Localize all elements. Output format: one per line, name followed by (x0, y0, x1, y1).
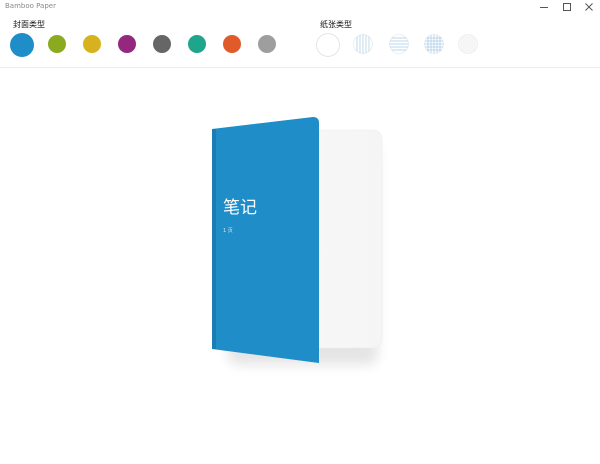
paper-fine-grid-option[interactable] (458, 34, 478, 54)
app-title: Bamboo Paper (5, 2, 56, 10)
cover-color-swatch[interactable] (83, 35, 101, 53)
close-button[interactable] (578, 0, 600, 14)
notebook-preview[interactable]: 笔记 1 页 (190, 105, 410, 385)
toolbar-divider (0, 67, 600, 68)
cover-color-swatch[interactable] (258, 35, 276, 53)
maximize-button[interactable] (556, 0, 578, 14)
fine-grid-paper-icon (458, 34, 478, 54)
cover-color-swatch[interactable] (188, 35, 206, 53)
notebook-spine (212, 129, 216, 349)
notebook-page-count: 1 页 (223, 228, 233, 234)
minimize-button[interactable] (533, 0, 555, 14)
notebook-title: 笔记 (223, 198, 257, 218)
notebook-cover (212, 117, 319, 363)
paper-vertical-lines-option[interactable] (353, 34, 373, 54)
notebook-illustration: 笔记 1 页 (212, 117, 383, 365)
paper-blank-option[interactable] (316, 33, 340, 57)
paper-horizontal-lines-option[interactable] (389, 34, 409, 54)
blank-paper-icon (316, 33, 340, 57)
close-icon (585, 3, 593, 11)
paper-type-label: 纸张类型 (320, 20, 352, 29)
minimize-icon (540, 7, 548, 8)
vertical-lines-paper-icon (353, 34, 373, 54)
cover-type-label: 封面类型 (13, 20, 45, 29)
cover-color-swatch[interactable] (118, 35, 136, 53)
grid-paper-icon (424, 34, 444, 54)
cover-color-swatch[interactable] (223, 35, 241, 53)
maximize-icon (563, 3, 571, 11)
title-bar: Bamboo Paper (0, 0, 600, 14)
cover-color-swatch[interactable] (48, 35, 66, 53)
cover-color-swatch[interactable] (153, 35, 171, 53)
cover-color-swatch[interactable] (10, 33, 34, 57)
horizontal-lines-paper-icon (389, 34, 409, 54)
paper-grid-option[interactable] (424, 34, 444, 54)
